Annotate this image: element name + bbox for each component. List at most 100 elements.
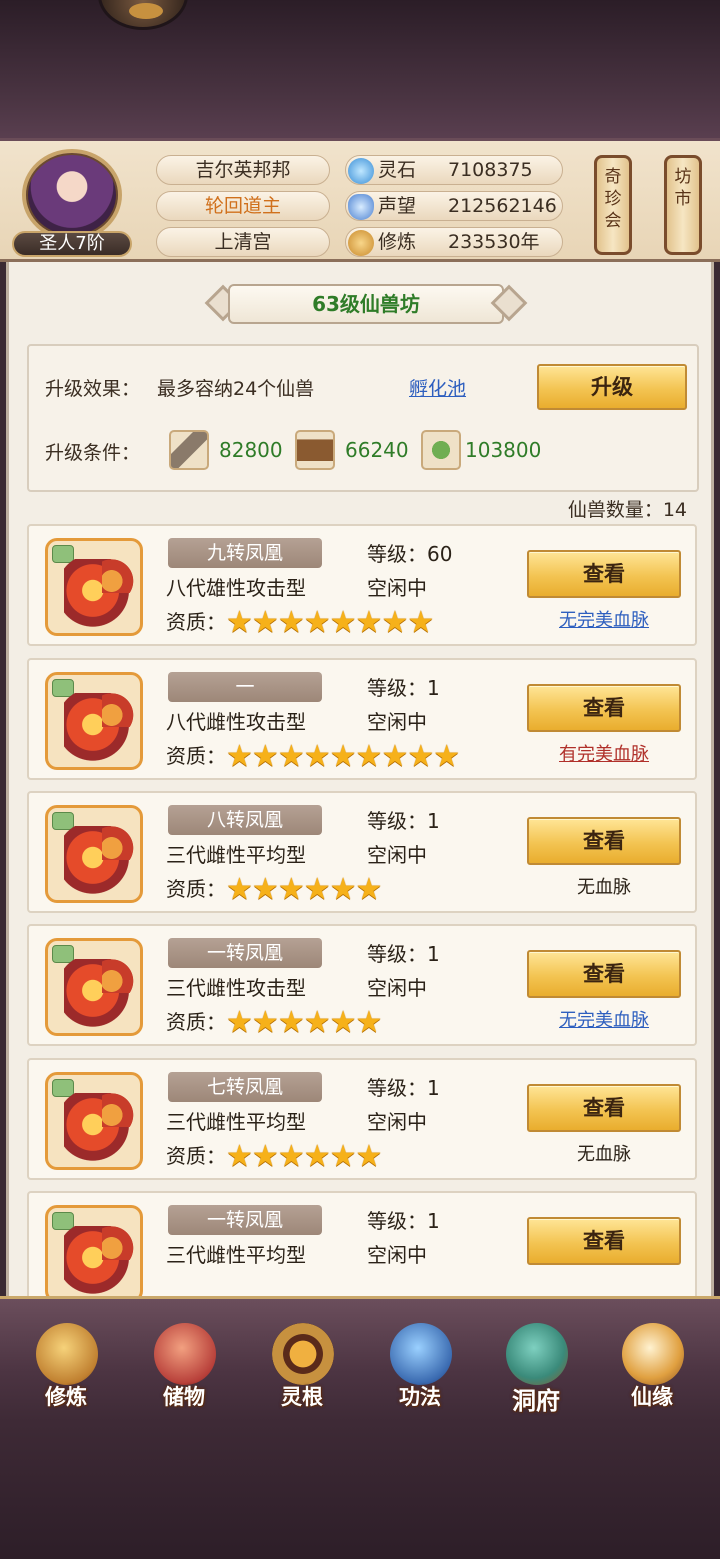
- upgrade-panel: 升级效果： 最多容纳24个仙兽 孵化池 升级 升级条件： 82800 66240…: [27, 344, 699, 492]
- beast-generation: 三代雌性平均型: [166, 843, 306, 867]
- beast-name: 七转凤凰: [168, 1072, 322, 1102]
- market-button[interactable]: 坊市: [664, 155, 702, 255]
- phoenix-icon[interactable]: [45, 1205, 143, 1296]
- beast-generation: 三代雌性攻击型: [166, 976, 306, 1000]
- star-icon: ★: [303, 1005, 331, 1040]
- star-icon: ★: [329, 739, 357, 774]
- beast-name: 一转凤凰: [168, 938, 322, 968]
- beast-generation: 三代雌性平均型: [166, 1243, 306, 1267]
- hatching-pool-link[interactable]: 孵化池: [409, 374, 466, 401]
- ore-cost: 82800: [219, 438, 283, 462]
- player-sect: 上清宫: [156, 227, 330, 257]
- beast-level: 等级：1: [367, 942, 440, 966]
- star-icon: ★: [433, 739, 461, 774]
- page-title-bar: 63级仙兽坊: [204, 280, 528, 328]
- star-icon: ★: [303, 605, 331, 640]
- beast-card: 一转凤凰 三代雌性攻击型 资质：★★★★★★ 等级：1 空闲中 查看 无完美血脉: [27, 924, 697, 1046]
- phoenix-icon[interactable]: [45, 805, 143, 903]
- nav-label: 修炼: [45, 1385, 87, 1409]
- page-title: 63级仙兽坊: [228, 284, 504, 324]
- nav-item-cultivate[interactable]: 修炼: [16, 1319, 116, 1419]
- star-icon: ★: [329, 1139, 357, 1174]
- star-icon: ★: [226, 1005, 253, 1040]
- beast-level: 等级：1: [367, 809, 440, 833]
- view-button[interactable]: 查看: [527, 1217, 681, 1265]
- rank-badge: 圣人7阶: [12, 231, 132, 257]
- beast-generation: 三代雌性平均型: [166, 1110, 306, 1134]
- player-header: 圣人7阶 吉尔英邦邦 轮回道主 上清宫 灵石 7108375 声望 212562…: [0, 138, 720, 262]
- herb-icon: [421, 430, 461, 470]
- player-title: 轮回道主: [156, 191, 330, 221]
- wood-icon: [295, 430, 335, 470]
- star-icon: ★: [277, 605, 305, 640]
- star-icon: ★: [303, 739, 331, 774]
- aptitude-stars: ★★★★★★: [226, 1139, 383, 1174]
- phoenix-icon[interactable]: [45, 672, 143, 770]
- beast-status: 空闲中: [367, 710, 427, 734]
- beast-count: 仙兽数量：14: [567, 499, 687, 521]
- star-icon: ★: [277, 739, 305, 774]
- star-icon: ★: [381, 605, 409, 640]
- beast-name: 八转凤凰: [168, 805, 322, 835]
- beast-aptitude: 资质：★★★★★★★★★: [166, 739, 461, 774]
- star-icon: ★: [381, 739, 409, 774]
- beast-card: 八转凤凰 三代雌性平均型 资质：★★★★★★ 等级：1 空闲中 查看 无血脉: [27, 791, 697, 913]
- menu-orb-icon[interactable]: [98, 0, 188, 30]
- reputation-icon: [348, 194, 374, 220]
- nav-label: 功法: [399, 1385, 441, 1409]
- herb-cost: 103800: [465, 438, 542, 462]
- bloodline-status[interactable]: 无完美血脉: [521, 1006, 687, 1032]
- avatar[interactable]: [22, 149, 122, 241]
- star-icon: ★: [329, 1005, 357, 1040]
- top-bar: [0, 0, 720, 140]
- star-icon: ★: [407, 605, 435, 640]
- technique-book-icon: [390, 1323, 452, 1385]
- cultivation-icon: [348, 230, 374, 256]
- resource-cultivation: 修炼 233530年: [345, 227, 563, 257]
- star-icon: ★: [303, 1139, 331, 1174]
- aptitude-label: 资质：: [166, 877, 226, 901]
- aptitude-label: 资质：: [166, 744, 226, 768]
- beast-status: 空闲中: [367, 976, 427, 1000]
- phoenix-art: [64, 553, 136, 629]
- beast-generation: 八代雄性攻击型: [166, 576, 306, 600]
- view-button[interactable]: 查看: [527, 817, 681, 865]
- star-icon: ★: [251, 739, 279, 774]
- beast-aptitude: 资质：★★★★★★★★: [166, 605, 435, 640]
- view-button[interactable]: 查看: [527, 684, 681, 732]
- treasure-auction-button[interactable]: 奇珍会: [594, 155, 632, 255]
- nav-item-technique-book[interactable]: 功法: [370, 1319, 470, 1419]
- spirit-stone-icon: [348, 158, 374, 184]
- phoenix-icon[interactable]: [45, 538, 143, 636]
- nav-item-cave-mansion[interactable]: 洞府: [486, 1319, 586, 1419]
- beast-level: 等级：60: [367, 542, 453, 566]
- resource-spirit-stone: 灵石 7108375: [345, 155, 563, 185]
- view-button[interactable]: 查看: [527, 1084, 681, 1132]
- phoenix-icon[interactable]: [45, 938, 143, 1036]
- star-icon: ★: [355, 1139, 383, 1174]
- nav-item-storage-bag[interactable]: 储物: [134, 1319, 234, 1419]
- phoenix-art: [64, 1220, 136, 1296]
- upgrade-button[interactable]: 升级: [537, 364, 687, 410]
- beast-status: 空闲中: [367, 843, 427, 867]
- view-button[interactable]: 查看: [527, 950, 681, 998]
- star-icon: ★: [251, 1005, 279, 1040]
- nav-item-spirit-root[interactable]: 灵根: [252, 1319, 352, 1419]
- beast-workshop-panel: 63级仙兽坊 升级效果： 最多容纳24个仙兽 孵化池 升级 升级条件： 8280…: [6, 262, 714, 1296]
- star-icon: ★: [226, 605, 253, 640]
- aptitude-stars: ★★★★★★★★★: [226, 739, 461, 774]
- aptitude-stars: ★★★★★★: [226, 1005, 382, 1040]
- nav-item-immortal-fate[interactable]: 仙缘: [602, 1319, 702, 1419]
- upgrade-effect-text: 最多容纳24个仙兽: [157, 378, 315, 400]
- star-icon: ★: [355, 605, 383, 640]
- avatar-block[interactable]: 圣人7阶: [12, 147, 132, 257]
- phoenix-icon[interactable]: [45, 1072, 143, 1170]
- resource-reputation: 声望 212562146: [345, 191, 563, 221]
- star-icon: ★: [251, 1139, 279, 1174]
- beast-generation: 八代雌性攻击型: [166, 710, 306, 734]
- player-name: 吉尔英邦邦: [156, 155, 330, 185]
- bloodline-status[interactable]: 有完美血脉: [521, 740, 687, 766]
- cave-mansion-icon: [506, 1323, 568, 1385]
- bloodline-status[interactable]: 无完美血脉: [521, 606, 687, 632]
- view-button[interactable]: 查看: [527, 550, 681, 598]
